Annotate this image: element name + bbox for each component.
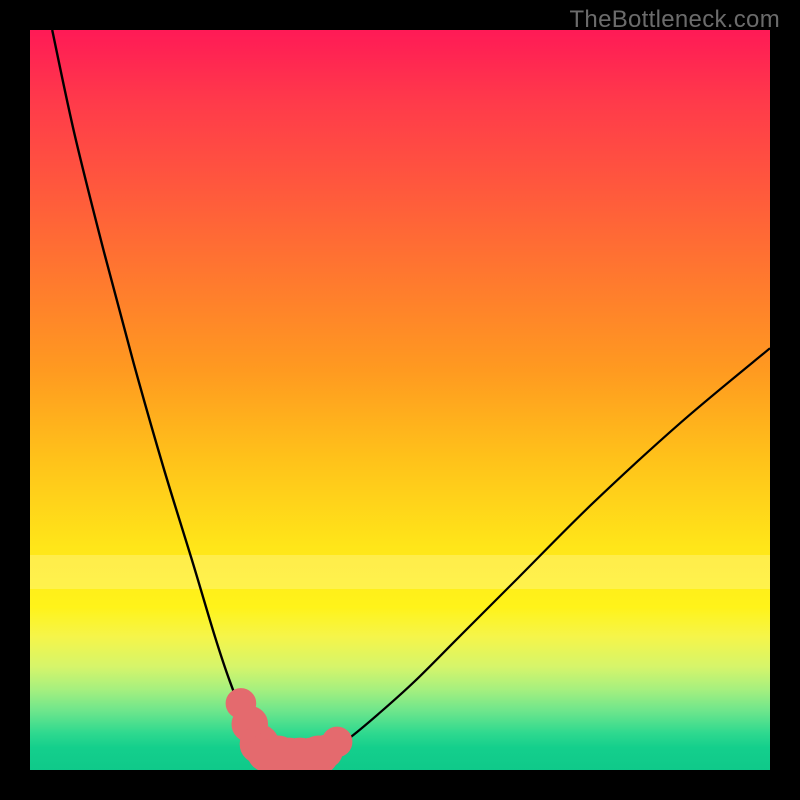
trough-marker-dot	[322, 727, 352, 757]
bottleneck-chart	[30, 30, 770, 770]
chart-frame	[30, 30, 770, 770]
trough-markers	[226, 689, 352, 770]
left-curve	[52, 30, 296, 759]
right-curve	[296, 348, 770, 759]
